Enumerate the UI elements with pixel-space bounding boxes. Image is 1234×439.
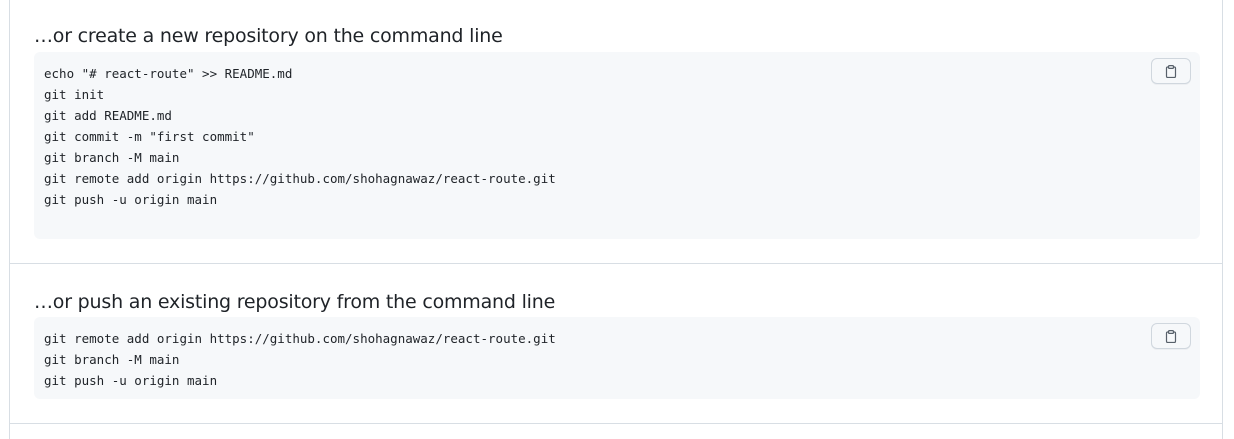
create-repo-code[interactable]: echo "# react-route" >> README.md git ini… — [34, 52, 1200, 221]
push-repo-code-box: git remote add origin https://github.com… — [34, 317, 1200, 399]
code-line: git branch -M main — [44, 150, 180, 165]
push-repo-heading: …or push an existing repository from the… — [34, 291, 556, 313]
code-line: git remote add origin https://github.com… — [44, 331, 556, 346]
copy-push-commands-button[interactable] — [1151, 323, 1191, 349]
code-line: git branch -M main — [44, 352, 180, 367]
code-line: echo "# react-route" >> README.md — [44, 66, 293, 81]
code-line: git push -u origin main — [44, 192, 218, 207]
clipboard-icon — [1165, 64, 1177, 78]
clipboard-icon — [1165, 329, 1177, 343]
create-repo-section: …or create a new repository on the comma… — [10, 0, 1222, 264]
repo-setup-panel: …or create a new repository on the comma… — [9, 0, 1223, 439]
code-line: git push -u origin main — [44, 373, 218, 388]
push-repo-code[interactable]: git remote add origin https://github.com… — [34, 317, 1200, 402]
code-line: git commit -m "first commit" — [44, 129, 255, 144]
create-repo-heading: …or create a new repository on the comma… — [34, 25, 503, 47]
push-repo-section: …or push an existing repository from the… — [10, 264, 1222, 424]
create-repo-code-box: echo "# react-route" >> README.md git ini… — [34, 52, 1200, 239]
code-line: git add README.md — [44, 108, 172, 123]
copy-create-commands-button[interactable] — [1151, 58, 1191, 84]
code-line: git init — [44, 87, 105, 102]
code-line: git remote add origin https://github.com… — [44, 171, 556, 186]
